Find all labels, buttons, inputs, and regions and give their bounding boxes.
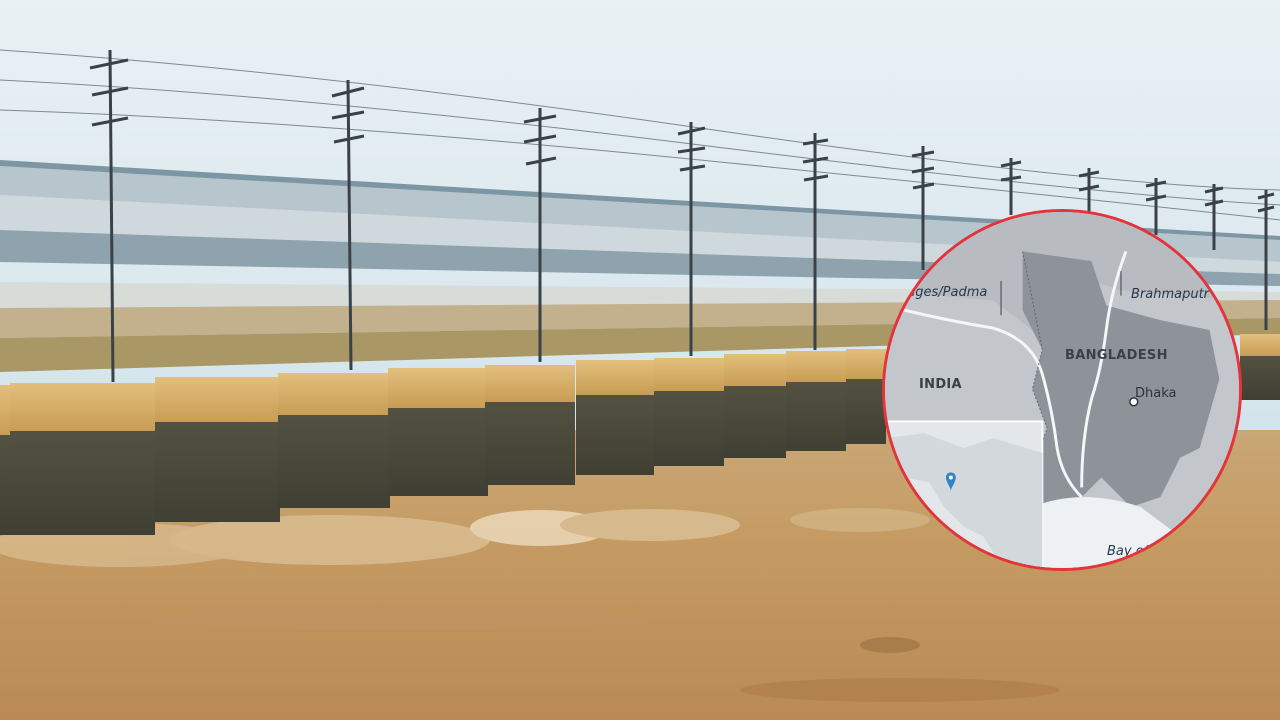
label-india: INDIA: [919, 377, 962, 392]
label-dhaka: Dhaka: [1135, 386, 1177, 401]
label-brahmaputra: Brahmaputr: [1131, 287, 1210, 302]
photo-scene: nges/Padma Brahmaputr INDIA BANGLADESH D…: [0, 0, 1280, 720]
label-bay-of: Bay of: [1107, 544, 1149, 559]
label-bangladesh: BANGLADESH: [1065, 348, 1168, 363]
map-inset: nges/Padma Brahmaputr INDIA BANGLADESH D…: [882, 209, 1242, 571]
label-ganges-padma: nges/Padma: [907, 285, 988, 300]
